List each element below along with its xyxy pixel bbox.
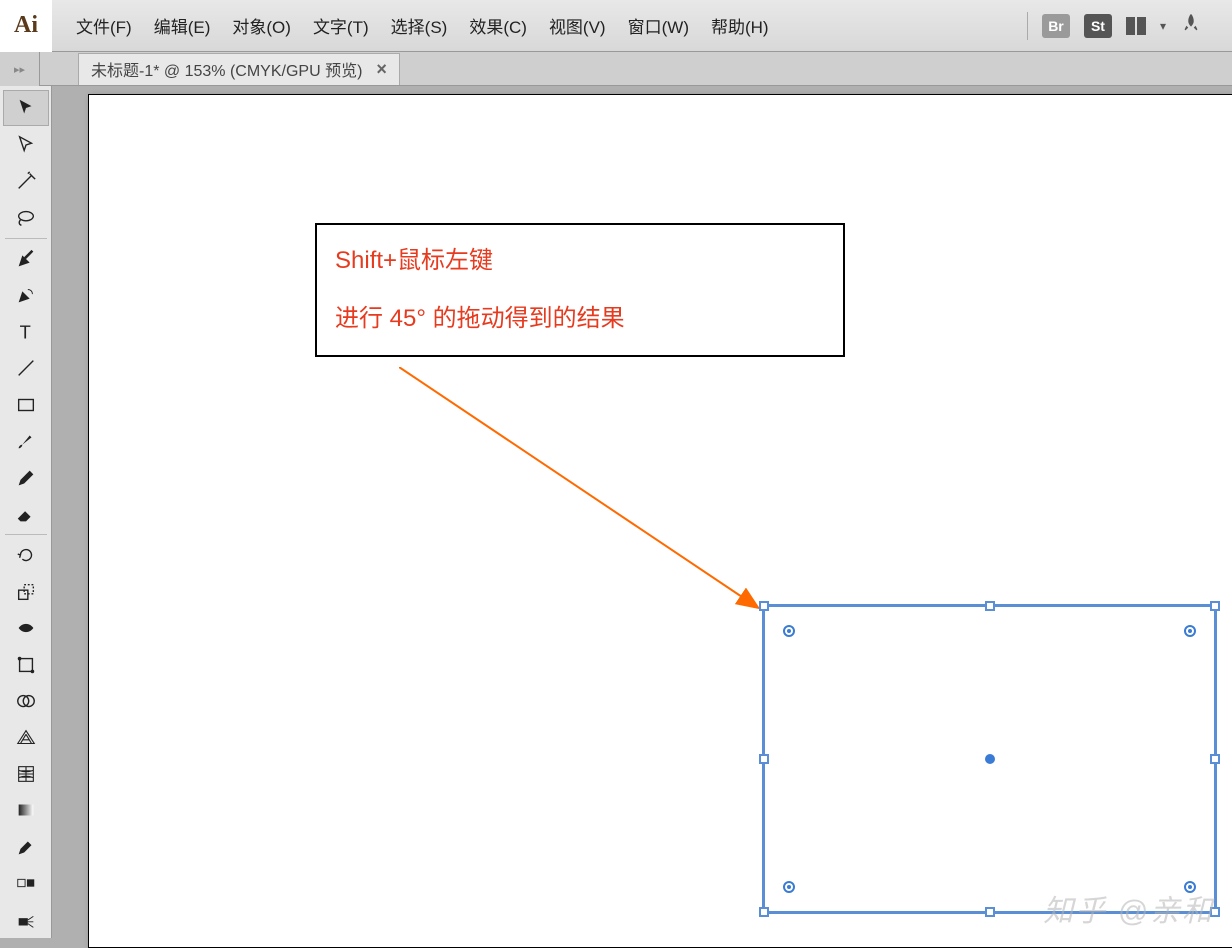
svg-text:T: T: [19, 321, 30, 342]
menu-file[interactable]: 文件(F): [76, 13, 132, 38]
corner-widget-icon[interactable]: [783, 881, 795, 893]
paintbrush-tool[interactable]: [3, 423, 49, 459]
menu-items: 文件(F) 编辑(E) 对象(O) 文字(T) 选择(S) 效果(C) 视图(V…: [76, 13, 769, 38]
line-tool[interactable]: [3, 350, 49, 386]
curvature-tool[interactable]: [3, 277, 49, 313]
magic-wand-tool[interactable]: [3, 163, 49, 199]
free-transform-tool[interactable]: [3, 646, 49, 682]
shape-builder-tool[interactable]: [3, 683, 49, 719]
corner-widget-icon[interactable]: [1184, 625, 1196, 637]
width-tool[interactable]: [3, 610, 49, 646]
selection-handle[interactable]: [759, 754, 769, 764]
pen-tool[interactable]: [3, 241, 49, 277]
stock-icon[interactable]: St: [1084, 14, 1112, 38]
rectangle-tool[interactable]: [3, 386, 49, 422]
selection-handle[interactable]: [759, 601, 769, 611]
gpu-performance-icon[interactable]: [1180, 12, 1202, 40]
gradient-tool[interactable]: [3, 792, 49, 828]
direct-selection-tool[interactable]: [3, 126, 49, 162]
rotate-tool[interactable]: [3, 537, 49, 573]
eraser-tool[interactable]: [3, 496, 49, 532]
annotation-arrow-icon: [399, 367, 769, 617]
menu-view[interactable]: 视图(V): [549, 13, 606, 38]
toolbar: T: [0, 86, 52, 938]
tab-bar: 未标题-1* @ 153% (CMYK/GPU 预览) ×: [0, 52, 1232, 86]
annotation-line1: Shift+鼠标左键: [335, 243, 825, 279]
menu-edit[interactable]: 编辑(E): [154, 13, 211, 38]
lasso-tool[interactable]: [3, 199, 49, 235]
eyedropper-tool[interactable]: [3, 829, 49, 865]
selection-handle[interactable]: [1210, 601, 1220, 611]
selection-tool[interactable]: [3, 90, 49, 126]
menu-window[interactable]: 窗口(W): [628, 13, 689, 38]
artboard[interactable]: Shift+鼠标左键 进行 45° 的拖动得到的结果: [88, 94, 1232, 948]
watermark: 知乎 @亲和: [1043, 886, 1214, 930]
perspective-grid-tool[interactable]: [3, 719, 49, 755]
pencil-tool[interactable]: [3, 459, 49, 495]
scale-tool[interactable]: [3, 574, 49, 610]
menu-divider: [1027, 12, 1028, 40]
mesh-tool[interactable]: [3, 756, 49, 792]
corner-widget-icon[interactable]: [783, 625, 795, 637]
menu-help[interactable]: 帮助(H): [711, 13, 769, 38]
selection-handle[interactable]: [985, 907, 995, 917]
blend-tool[interactable]: [3, 865, 49, 901]
menu-select[interactable]: 选择(S): [391, 13, 448, 38]
selection-handle[interactable]: [1210, 754, 1220, 764]
selection-handle[interactable]: [759, 907, 769, 917]
selected-rectangle[interactable]: [762, 604, 1217, 914]
selection-handle[interactable]: [985, 601, 995, 611]
tab-close-icon[interactable]: ×: [376, 59, 387, 80]
chevron-down-icon[interactable]: ▾: [1160, 19, 1166, 33]
canvas-area[interactable]: Shift+鼠标左键 进行 45° 的拖动得到的结果 知乎 @亲和: [52, 86, 1232, 938]
annotation-box: Shift+鼠标左键 进行 45° 的拖动得到的结果: [315, 223, 845, 357]
menu-right: Br St ▾: [1027, 12, 1232, 40]
expand-control-icon[interactable]: ▸▸: [14, 63, 25, 76]
tab-title: 未标题-1* @ 153% (CMYK/GPU 预览): [91, 57, 362, 81]
menubar: Ai 文件(F) 编辑(E) 对象(O) 文字(T) 选择(S) 效果(C) 视…: [0, 0, 1232, 52]
selection-center-icon[interactable]: [985, 754, 995, 764]
menu-type[interactable]: 文字(T): [313, 13, 369, 38]
arrange-documents-icon[interactable]: [1126, 17, 1146, 35]
symbol-sprayer-tool[interactable]: [3, 902, 49, 938]
bridge-icon[interactable]: Br: [1042, 14, 1070, 38]
app-logo: Ai: [0, 0, 52, 52]
document-tab[interactable]: 未标题-1* @ 153% (CMYK/GPU 预览) ×: [78, 53, 400, 85]
tool-separator: [5, 238, 47, 239]
menu-object[interactable]: 对象(O): [232, 13, 291, 38]
menu-effect[interactable]: 效果(C): [469, 13, 527, 38]
annotation-line2: 进行 45° 的拖动得到的结果: [335, 301, 825, 337]
control-bar: ▸▸: [0, 52, 40, 86]
type-tool[interactable]: T: [3, 314, 49, 350]
tool-separator: [5, 534, 47, 535]
